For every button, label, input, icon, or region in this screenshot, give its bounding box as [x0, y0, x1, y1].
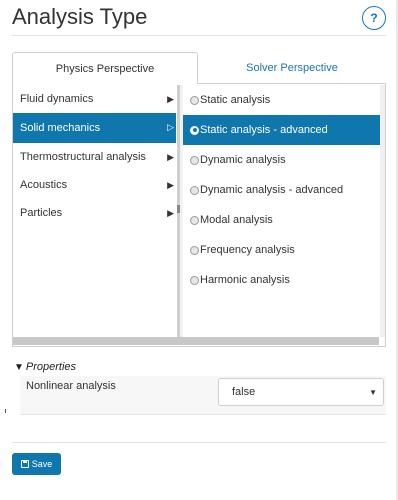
category-item-thermostructural-analysis[interactable]: Thermostructural analysis ▶ — [13, 143, 176, 171]
category-label: Fluid dynamics — [20, 93, 94, 105]
category-item-fluid-dynamics[interactable]: Fluid dynamics ▶ — [13, 85, 176, 113]
radio-button[interactable] — [190, 185, 199, 195]
properties-title: Properties — [25, 361, 77, 373]
expand-arrow-icon: ▶ — [167, 180, 174, 190]
analysis-option-frequency[interactable]: Frequency analysis — [183, 235, 380, 265]
column-resize-handle[interactable] — [177, 205, 180, 213]
analysis-option-label: Static analysis — [200, 94, 271, 106]
analysis-option-dynamic[interactable]: Dynamic analysis — [183, 145, 380, 175]
analysis-option-harmonic[interactable]: Harmonic analysis — [183, 265, 380, 295]
expand-arrow-icon: ▶ — [167, 94, 174, 104]
horizontal-scrollbar[interactable] — [13, 337, 379, 345]
save-disk-icon — [20, 460, 29, 468]
vertical-scrollbar[interactable] — [380, 85, 385, 337]
category-item-solid-mechanics[interactable]: Solid mechanics ▷ — [13, 113, 176, 143]
radio-button[interactable] — [190, 245, 199, 255]
radio-button[interactable] — [190, 95, 199, 105]
properties-header[interactable]: ▼ Properties — [14, 361, 76, 373]
radio-button[interactable] — [190, 275, 199, 285]
save-label: Save — [31, 459, 53, 469]
tab-solver-perspective[interactable]: Solver Perspective — [198, 52, 386, 84]
radio-button[interactable] — [190, 215, 199, 225]
edge-marker — [5, 409, 6, 413]
analysis-option-label: Dynamic analysis — [200, 154, 286, 166]
header-divider — [12, 35, 386, 36]
analysis-option-label: Harmonic analysis — [200, 274, 290, 286]
save-button[interactable]: Save — [12, 453, 61, 475]
analysis-option-label: Static analysis - advanced — [200, 124, 328, 136]
analysis-type-list: Static analysis Static analysis - advanc… — [183, 85, 380, 295]
category-label: Thermostructural analysis — [20, 151, 146, 163]
chevron-down-icon: ▼ — [369, 388, 377, 397]
footer-divider — [12, 442, 386, 443]
page-title: Analysis Type — [12, 4, 148, 29]
category-label: Solid mechanics — [20, 122, 101, 134]
nonlinear-analysis-select[interactable]: false ▼ — [218, 378, 384, 406]
radio-button[interactable] — [190, 155, 199, 165]
analysis-option-label: Modal analysis — [200, 214, 273, 226]
analysis-option-modal[interactable]: Modal analysis — [183, 205, 380, 235]
expand-arrow-icon: ▶ — [167, 152, 174, 162]
help-button[interactable]: ? — [362, 6, 386, 30]
expand-arrow-icon: ▷ — [167, 122, 174, 132]
category-list: Fluid dynamics ▶ Solid mechanics ▷ Therm… — [13, 85, 176, 227]
category-label: Acoustics — [20, 179, 68, 191]
expand-arrow-icon: ▶ — [167, 208, 174, 218]
category-label: Particles — [20, 207, 63, 219]
category-item-particles[interactable]: Particles ▶ — [13, 199, 176, 227]
select-value: false — [232, 386, 256, 398]
analysis-option-dynamic-advanced[interactable]: Dynamic analysis - advanced — [183, 175, 380, 205]
category-item-acoustics[interactable]: Acoustics ▶ — [13, 171, 176, 199]
analysis-option-label: Dynamic analysis - advanced — [200, 184, 344, 196]
analysis-option-static[interactable]: Static analysis — [183, 85, 380, 115]
analysis-option-label: Frequency analysis — [200, 244, 295, 256]
tab-physics-perspective[interactable]: Physics Perspective — [12, 52, 198, 84]
analysis-option-static-advanced[interactable]: Static analysis - advanced — [183, 115, 380, 145]
property-label-nonlinear-analysis: Nonlinear analysis — [26, 380, 116, 392]
radio-button[interactable] — [190, 125, 199, 135]
collapse-triangle-icon: ▼ — [14, 361, 24, 373]
